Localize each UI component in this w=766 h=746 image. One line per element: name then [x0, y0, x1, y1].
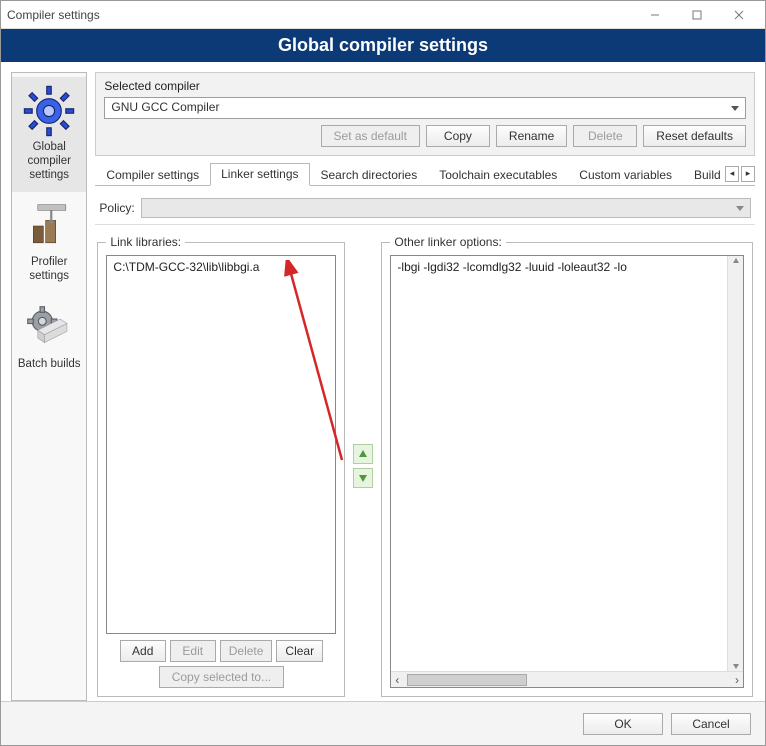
- sidebar-item-batch-builds[interactable]: Batch builds: [12, 294, 86, 382]
- link-libraries-list[interactable]: C:\TDM-GCC-32\lib\libbgi.a: [106, 255, 336, 634]
- banner-title: Global compiler settings: [1, 29, 765, 62]
- reset-defaults-button[interactable]: Reset defaults: [643, 125, 746, 147]
- policy-dropdown[interactable]: [141, 198, 751, 218]
- sidebar: Global compiler settings Profiler settin…: [11, 72, 87, 701]
- tab-scroll-right[interactable]: ▸: [741, 166, 755, 182]
- selected-compiler-value: GNU GCC Compiler: [111, 100, 219, 114]
- link-libraries-group: Link libraries: C:\TDM-GCC-32\lib\libbgi…: [97, 235, 345, 697]
- other-linker-textarea[interactable]: -lbgi -lgdi32 -lcomdlg32 -luuid -loleaut…: [390, 255, 744, 688]
- dialog-footer: OK Cancel: [1, 701, 765, 745]
- clear-libraries-button[interactable]: Clear: [276, 640, 323, 662]
- vertical-scrollbar[interactable]: [727, 256, 743, 671]
- minimize-button[interactable]: [635, 3, 675, 27]
- tab-search-directories[interactable]: Search directories: [310, 164, 429, 186]
- compiler-settings-window: Compiler settings Global compiler settin…: [0, 0, 766, 746]
- tab-custom-variables[interactable]: Custom variables: [568, 164, 683, 186]
- other-linker-group: Other linker options: -lbgi -lgdi32 -lco…: [381, 235, 753, 697]
- tab-toolchain-executables[interactable]: Toolchain executables: [428, 164, 568, 186]
- copy-compiler-button[interactable]: Copy: [426, 125, 490, 147]
- scrollbar-thumb[interactable]: [407, 674, 527, 686]
- tab-linker-settings[interactable]: Linker settings: [210, 163, 309, 186]
- selected-compiler-label: Selected compiler: [104, 79, 746, 93]
- set-default-button[interactable]: Set as default: [321, 125, 420, 147]
- tab-build-options[interactable]: Build options: [683, 164, 723, 186]
- titlebar: Compiler settings: [1, 1, 765, 29]
- policy-label: Policy:: [99, 201, 134, 215]
- selected-compiler-dropdown[interactable]: GNU GCC Compiler: [104, 97, 746, 119]
- ok-button[interactable]: OK: [583, 713, 663, 735]
- tab-scroll-left[interactable]: ◂: [725, 166, 739, 182]
- copy-selected-to-button[interactable]: Copy selected to...: [159, 666, 284, 688]
- add-library-button[interactable]: Add: [120, 640, 166, 662]
- reorder-buttons: [351, 235, 375, 697]
- gear-icon: [17, 83, 81, 139]
- delete-library-button[interactable]: Delete: [220, 640, 273, 662]
- move-down-button[interactable]: [353, 468, 373, 488]
- sidebar-item-label: Global compiler settings: [14, 141, 84, 182]
- other-linker-legend: Other linker options:: [390, 235, 505, 249]
- maximize-button[interactable]: [677, 3, 717, 27]
- link-libraries-legend: Link libraries:: [106, 235, 185, 249]
- horizontal-scrollbar[interactable]: [391, 671, 743, 687]
- move-up-button[interactable]: [353, 444, 373, 464]
- edit-library-button[interactable]: Edit: [170, 640, 216, 662]
- sidebar-item-label: Profiler settings: [14, 256, 84, 284]
- policy-row: Policy:: [95, 192, 755, 225]
- other-linker-text: -lbgi -lgdi32 -lcomdlg32 -luuid -loleaut…: [397, 260, 626, 274]
- delete-compiler-button[interactable]: Delete: [573, 125, 637, 147]
- profiler-icon: [17, 198, 81, 254]
- sidebar-item-profiler[interactable]: Profiler settings: [12, 192, 86, 294]
- close-button[interactable]: [719, 3, 759, 27]
- list-item[interactable]: C:\TDM-GCC-32\lib\libbgi.a: [113, 260, 329, 274]
- cancel-button[interactable]: Cancel: [671, 713, 751, 735]
- selected-compiler-group: Selected compiler GNU GCC Compiler Set a…: [95, 72, 755, 156]
- window-title: Compiler settings: [7, 8, 635, 22]
- sidebar-item-global-compiler[interactable]: Global compiler settings: [12, 77, 86, 192]
- settings-tabs: Compiler settings Linker settings Search…: [95, 162, 755, 186]
- rename-compiler-button[interactable]: Rename: [496, 125, 567, 147]
- tab-compiler-settings[interactable]: Compiler settings: [95, 164, 210, 186]
- sidebar-item-label: Batch builds: [14, 358, 84, 372]
- batch-icon: [17, 300, 81, 356]
- main-panel: Selected compiler GNU GCC Compiler Set a…: [95, 72, 755, 701]
